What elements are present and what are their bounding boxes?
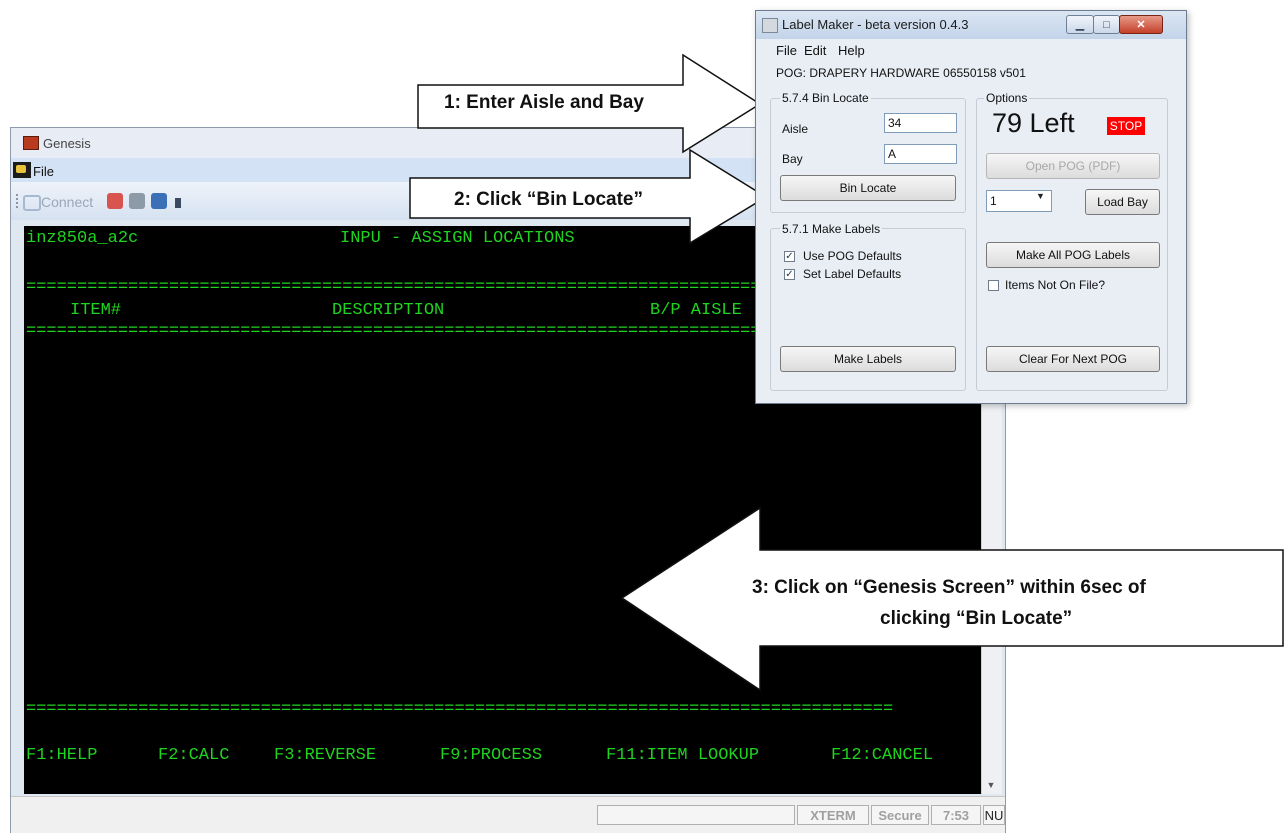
minimize-button[interactable]: ▁ bbox=[1066, 15, 1094, 34]
aisle-input[interactable]: 34 bbox=[884, 113, 957, 133]
open-pog-button[interactable]: Open POG (PDF) bbox=[986, 153, 1160, 179]
bin-locate-group-label: 5.7.4 Bin Locate bbox=[780, 91, 871, 105]
use-pog-defaults-checkbox[interactable]: ✓ bbox=[784, 251, 795, 262]
make-all-pog-labels-button[interactable]: Make All POG Labels bbox=[986, 242, 1160, 268]
stop-button[interactable]: STOP bbox=[1107, 117, 1145, 135]
bay-input[interactable]: A bbox=[884, 144, 957, 164]
menu-file[interactable]: File bbox=[776, 43, 797, 58]
pog-label: POG: DRAPERY HARDWARE 06550158 v501 bbox=[776, 66, 1026, 80]
callout-step3-line1: 3: Click on “Genesis Screen” within 6sec… bbox=[752, 577, 1146, 598]
label-maker-window: Label Maker - beta version 0.4.3 ▁ □ ✕ F… bbox=[755, 10, 1187, 404]
set-label-defaults-checkbox[interactable]: ✓ bbox=[784, 269, 795, 280]
arrow-step3 bbox=[620, 506, 1284, 692]
callout-step2: 2: Click “Bin Locate” bbox=[454, 189, 643, 210]
close-button[interactable]: ✕ bbox=[1119, 15, 1163, 34]
use-pog-defaults-label[interactable]: Use POG Defaults bbox=[803, 249, 902, 263]
aisle-label: Aisle bbox=[782, 122, 809, 136]
items-not-on-file-label[interactable]: Items Not On File? bbox=[1005, 278, 1105, 292]
options-group-label: Options bbox=[984, 91, 1030, 105]
menu-help[interactable]: Help bbox=[838, 43, 865, 58]
bin-locate-button[interactable]: Bin Locate bbox=[780, 175, 956, 201]
clear-for-next-pog-button[interactable]: Clear For Next POG bbox=[986, 346, 1160, 372]
load-bay-button[interactable]: Load Bay bbox=[1085, 189, 1160, 215]
label-maker-title: Label Maker - beta version 0.4.3 bbox=[782, 17, 969, 32]
items-not-on-file-checkbox[interactable] bbox=[988, 280, 999, 291]
label-maker-menubar: File Edit Help bbox=[756, 41, 1186, 61]
bay-label: Bay bbox=[782, 152, 803, 166]
make-labels-group-label: 5.7.1 Make Labels bbox=[780, 222, 883, 236]
set-label-defaults-label[interactable]: Set Label Defaults bbox=[803, 267, 901, 281]
callout-step1: 1: Enter Aisle and Bay bbox=[444, 92, 644, 113]
make-labels-button[interactable]: Make Labels bbox=[780, 346, 956, 372]
labels-left-count: 79 Left bbox=[992, 108, 1075, 138]
menu-edit[interactable]: Edit bbox=[804, 43, 826, 58]
callout-step3-line2: clicking “Bin Locate” bbox=[880, 608, 1073, 629]
label-maker-titlebar[interactable]: Label Maker - beta version 0.4.3 ▁ □ ✕ bbox=[756, 11, 1186, 39]
label-maker-app-icon bbox=[762, 18, 778, 33]
maximize-button[interactable]: □ bbox=[1093, 15, 1120, 34]
chevron-down-icon[interactable]: ▼ bbox=[1036, 191, 1045, 201]
